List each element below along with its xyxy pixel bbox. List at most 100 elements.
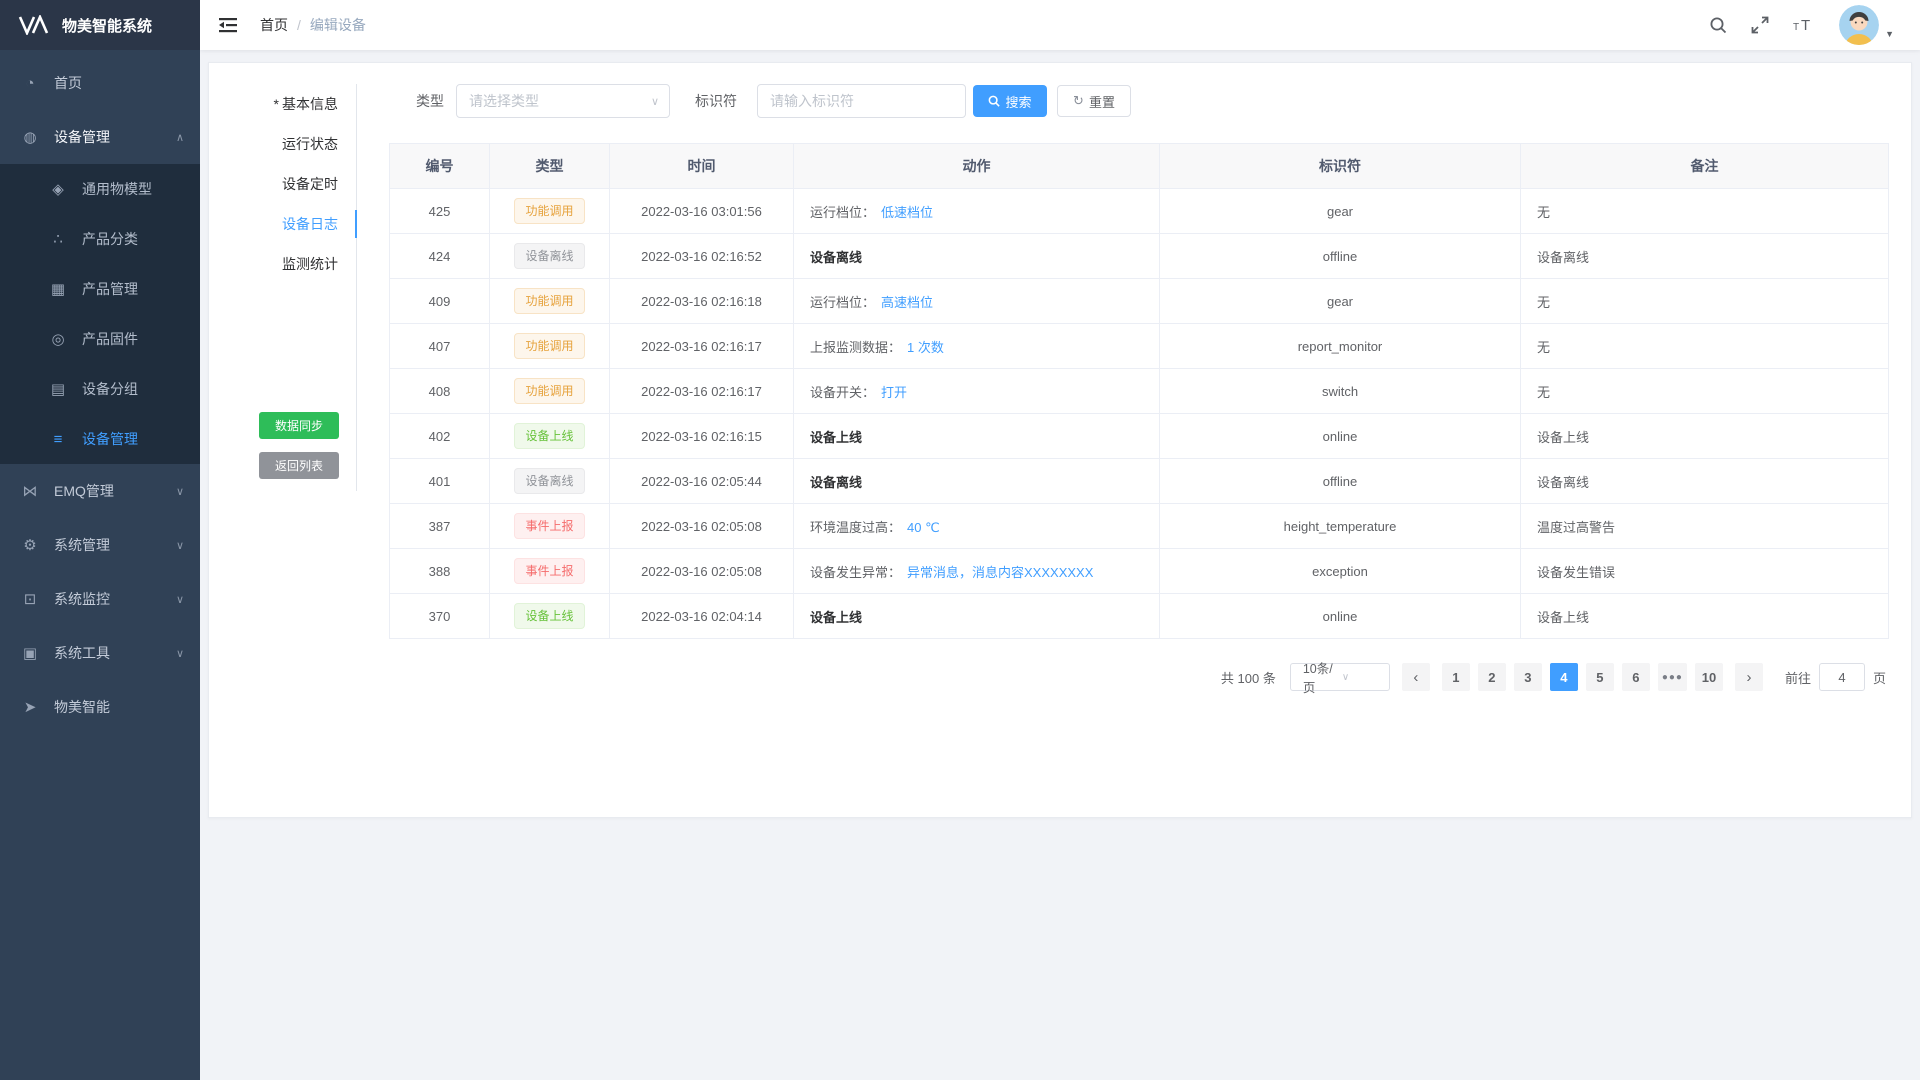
- log-time-cell: 2022-03-16 03:01:56: [610, 189, 794, 234]
- page-button-1[interactable]: 1: [1442, 663, 1470, 691]
- log-type-cell: 设备上线: [490, 414, 610, 459]
- log-identifier-cell: gear: [1160, 279, 1521, 324]
- firmware-icon: [48, 330, 68, 348]
- page-button-4[interactable]: 4: [1550, 663, 1578, 691]
- action-text: 设备离线: [810, 475, 862, 490]
- log-action-cell: 设备发生异常：异常消息，消息内容XXXXXXXX: [794, 549, 1160, 594]
- action-value-link[interactable]: 高速档位: [881, 295, 933, 310]
- sidebar-item-product-management[interactable]: 产品管理: [0, 264, 200, 314]
- chevron-down-icon: [1342, 672, 1381, 683]
- data-sync-button[interactable]: 数据同步: [259, 412, 339, 439]
- next-page-button[interactable]: ›: [1735, 663, 1763, 691]
- action-value-link[interactable]: 40 ℃: [907, 520, 940, 535]
- tab-monitor-stats[interactable]: 监测统计: [209, 244, 356, 284]
- tab-running-status[interactable]: 运行状态: [209, 124, 356, 164]
- action-value-link[interactable]: 异常消息，消息内容XXXXXXXX: [907, 565, 1093, 580]
- tab-device-timer[interactable]: 设备定时: [209, 164, 356, 204]
- avatar[interactable]: [1839, 5, 1879, 45]
- table-row: 407 功能调用 2022-03-16 02:16:17 上报监测数据：1 次数…: [390, 324, 1889, 369]
- column-header: 类型: [490, 144, 610, 189]
- breadcrumb-current: 编辑设备: [310, 15, 366, 35]
- pagination-total: 共 100 条: [1221, 668, 1276, 687]
- sidebar-collapse-icon[interactable]: [218, 16, 238, 34]
- log-type-cell: 事件上报: [490, 549, 610, 594]
- sidebar-item-system-tools[interactable]: 系统工具: [0, 626, 200, 680]
- fullscreen-icon[interactable]: [1751, 16, 1769, 34]
- table-row: 408 功能调用 2022-03-16 02:16:17 设备开关：打开 swi…: [390, 369, 1889, 414]
- action-value-link[interactable]: 1 次数: [907, 340, 944, 355]
- sidebar-item-thing-model[interactable]: 通用物模型: [0, 164, 200, 214]
- page-button-5[interactable]: 5: [1586, 663, 1614, 691]
- device-log-table: 编号 类型 时间 动作 标识符 备注 425 功能调用: [389, 143, 1889, 639]
- action-text: 设备上线: [810, 610, 862, 625]
- search-button[interactable]: 搜索: [973, 85, 1047, 117]
- node-icon: [20, 482, 40, 500]
- sidebar-item-emq[interactable]: EMQ管理: [0, 464, 200, 518]
- page-button-2[interactable]: 2: [1478, 663, 1506, 691]
- sidebar-item-device-management[interactable]: 设备管理: [0, 110, 200, 164]
- log-type-tag: 事件上报: [514, 558, 584, 584]
- topbar: 首页 / 编辑设备 T T: [200, 0, 1920, 50]
- action-value-link[interactable]: 低速档位: [881, 205, 933, 220]
- log-action-cell: 运行档位：低速档位: [794, 189, 1160, 234]
- table-row: 424 设备离线 2022-03-16 02:16:52 设备离线 offlin…: [390, 234, 1889, 279]
- column-header: 动作: [794, 144, 1160, 189]
- sidebar-item-product-firmware[interactable]: 产品固件: [0, 314, 200, 364]
- log-action-cell: 设备离线: [794, 234, 1160, 279]
- page-size-select[interactable]: 10条/页: [1290, 663, 1390, 691]
- sidebar-item-system-management[interactable]: 系统管理: [0, 518, 200, 572]
- breadcrumb: 首页 / 编辑设备: [260, 15, 366, 35]
- reset-button[interactable]: 重置: [1057, 85, 1131, 117]
- identifier-filter-label: 标识符: [695, 84, 737, 118]
- log-type-cell: 设备离线: [490, 459, 610, 504]
- search-icon[interactable]: [1709, 16, 1727, 34]
- sidebar-item-device-list[interactable]: 设备管理: [0, 414, 200, 464]
- goto-label: 前往: [1785, 668, 1811, 687]
- sidebar-item-label: 通用物模型: [82, 179, 200, 199]
- sidebar-item-label: 产品固件: [82, 329, 200, 349]
- sidebar-item-device-group[interactable]: 设备分组: [0, 364, 200, 414]
- chevron-up-icon: [176, 131, 184, 144]
- log-identifier-cell: switch: [1160, 369, 1521, 414]
- breadcrumb-separator: /: [297, 17, 301, 33]
- table-row: 370 设备上线 2022-03-16 02:04:14 设备上线 online…: [390, 594, 1889, 639]
- page-button-3[interactable]: 3: [1514, 663, 1542, 691]
- back-to-list-button[interactable]: 返回列表: [259, 452, 339, 479]
- log-note-cell: 设备上线: [1521, 594, 1889, 639]
- log-time-cell: 2022-03-16 02:05:08: [610, 504, 794, 549]
- sidebar-item-wumei-smart[interactable]: 物美智能: [0, 680, 200, 734]
- type-select[interactable]: 请选择类型: [456, 84, 670, 118]
- log-type-cell: 功能调用: [490, 324, 610, 369]
- prev-page-button[interactable]: ‹: [1402, 663, 1430, 691]
- page-button-6[interactable]: 6: [1622, 663, 1650, 691]
- chevron-down-icon: [176, 647, 184, 660]
- breadcrumb-home[interactable]: 首页: [260, 15, 288, 35]
- cube-icon: [48, 180, 68, 198]
- search-button-label: 搜索: [1005, 92, 1031, 111]
- sidebar-item-system-monitor[interactable]: 系统监控: [0, 572, 200, 626]
- sidebar-item-home[interactable]: 首页: [0, 56, 200, 110]
- log-type-tag: 功能调用: [514, 378, 584, 404]
- table-row: 387 事件上报 2022-03-16 02:05:08 环境温度过高：40 ℃…: [390, 504, 1889, 549]
- action-text: 环境温度过高：: [810, 520, 901, 535]
- sidebar-item-label: 首页: [54, 73, 200, 93]
- identifier-input[interactable]: [757, 84, 966, 118]
- action-text: 设备上线: [810, 430, 862, 445]
- action-value-link[interactable]: 打开: [881, 385, 907, 400]
- page-ellipsis[interactable]: ●●●: [1658, 663, 1687, 691]
- gear-icon: [20, 536, 40, 554]
- sidebar-item-label: 物美智能: [54, 697, 200, 717]
- goto-page-input[interactable]: [1819, 663, 1865, 691]
- user-menu[interactable]: ▼: [1839, 5, 1894, 45]
- font-size-icon[interactable]: T T: [1793, 16, 1815, 34]
- log-id-cell: 408: [390, 369, 490, 414]
- log-note-cell: 设备离线: [1521, 234, 1889, 279]
- tab-device-log[interactable]: 设备日志: [209, 204, 356, 244]
- sidebar-item-product-category[interactable]: 产品分类: [0, 214, 200, 264]
- toolbox-icon: [20, 644, 40, 662]
- action-text: 运行档位：: [810, 295, 875, 310]
- tab-label: 设备定时: [282, 176, 338, 192]
- page-button-10[interactable]: 10: [1695, 663, 1723, 691]
- log-action-cell: 设备上线: [794, 414, 1160, 459]
- caret-down-icon: ▼: [1885, 29, 1894, 39]
